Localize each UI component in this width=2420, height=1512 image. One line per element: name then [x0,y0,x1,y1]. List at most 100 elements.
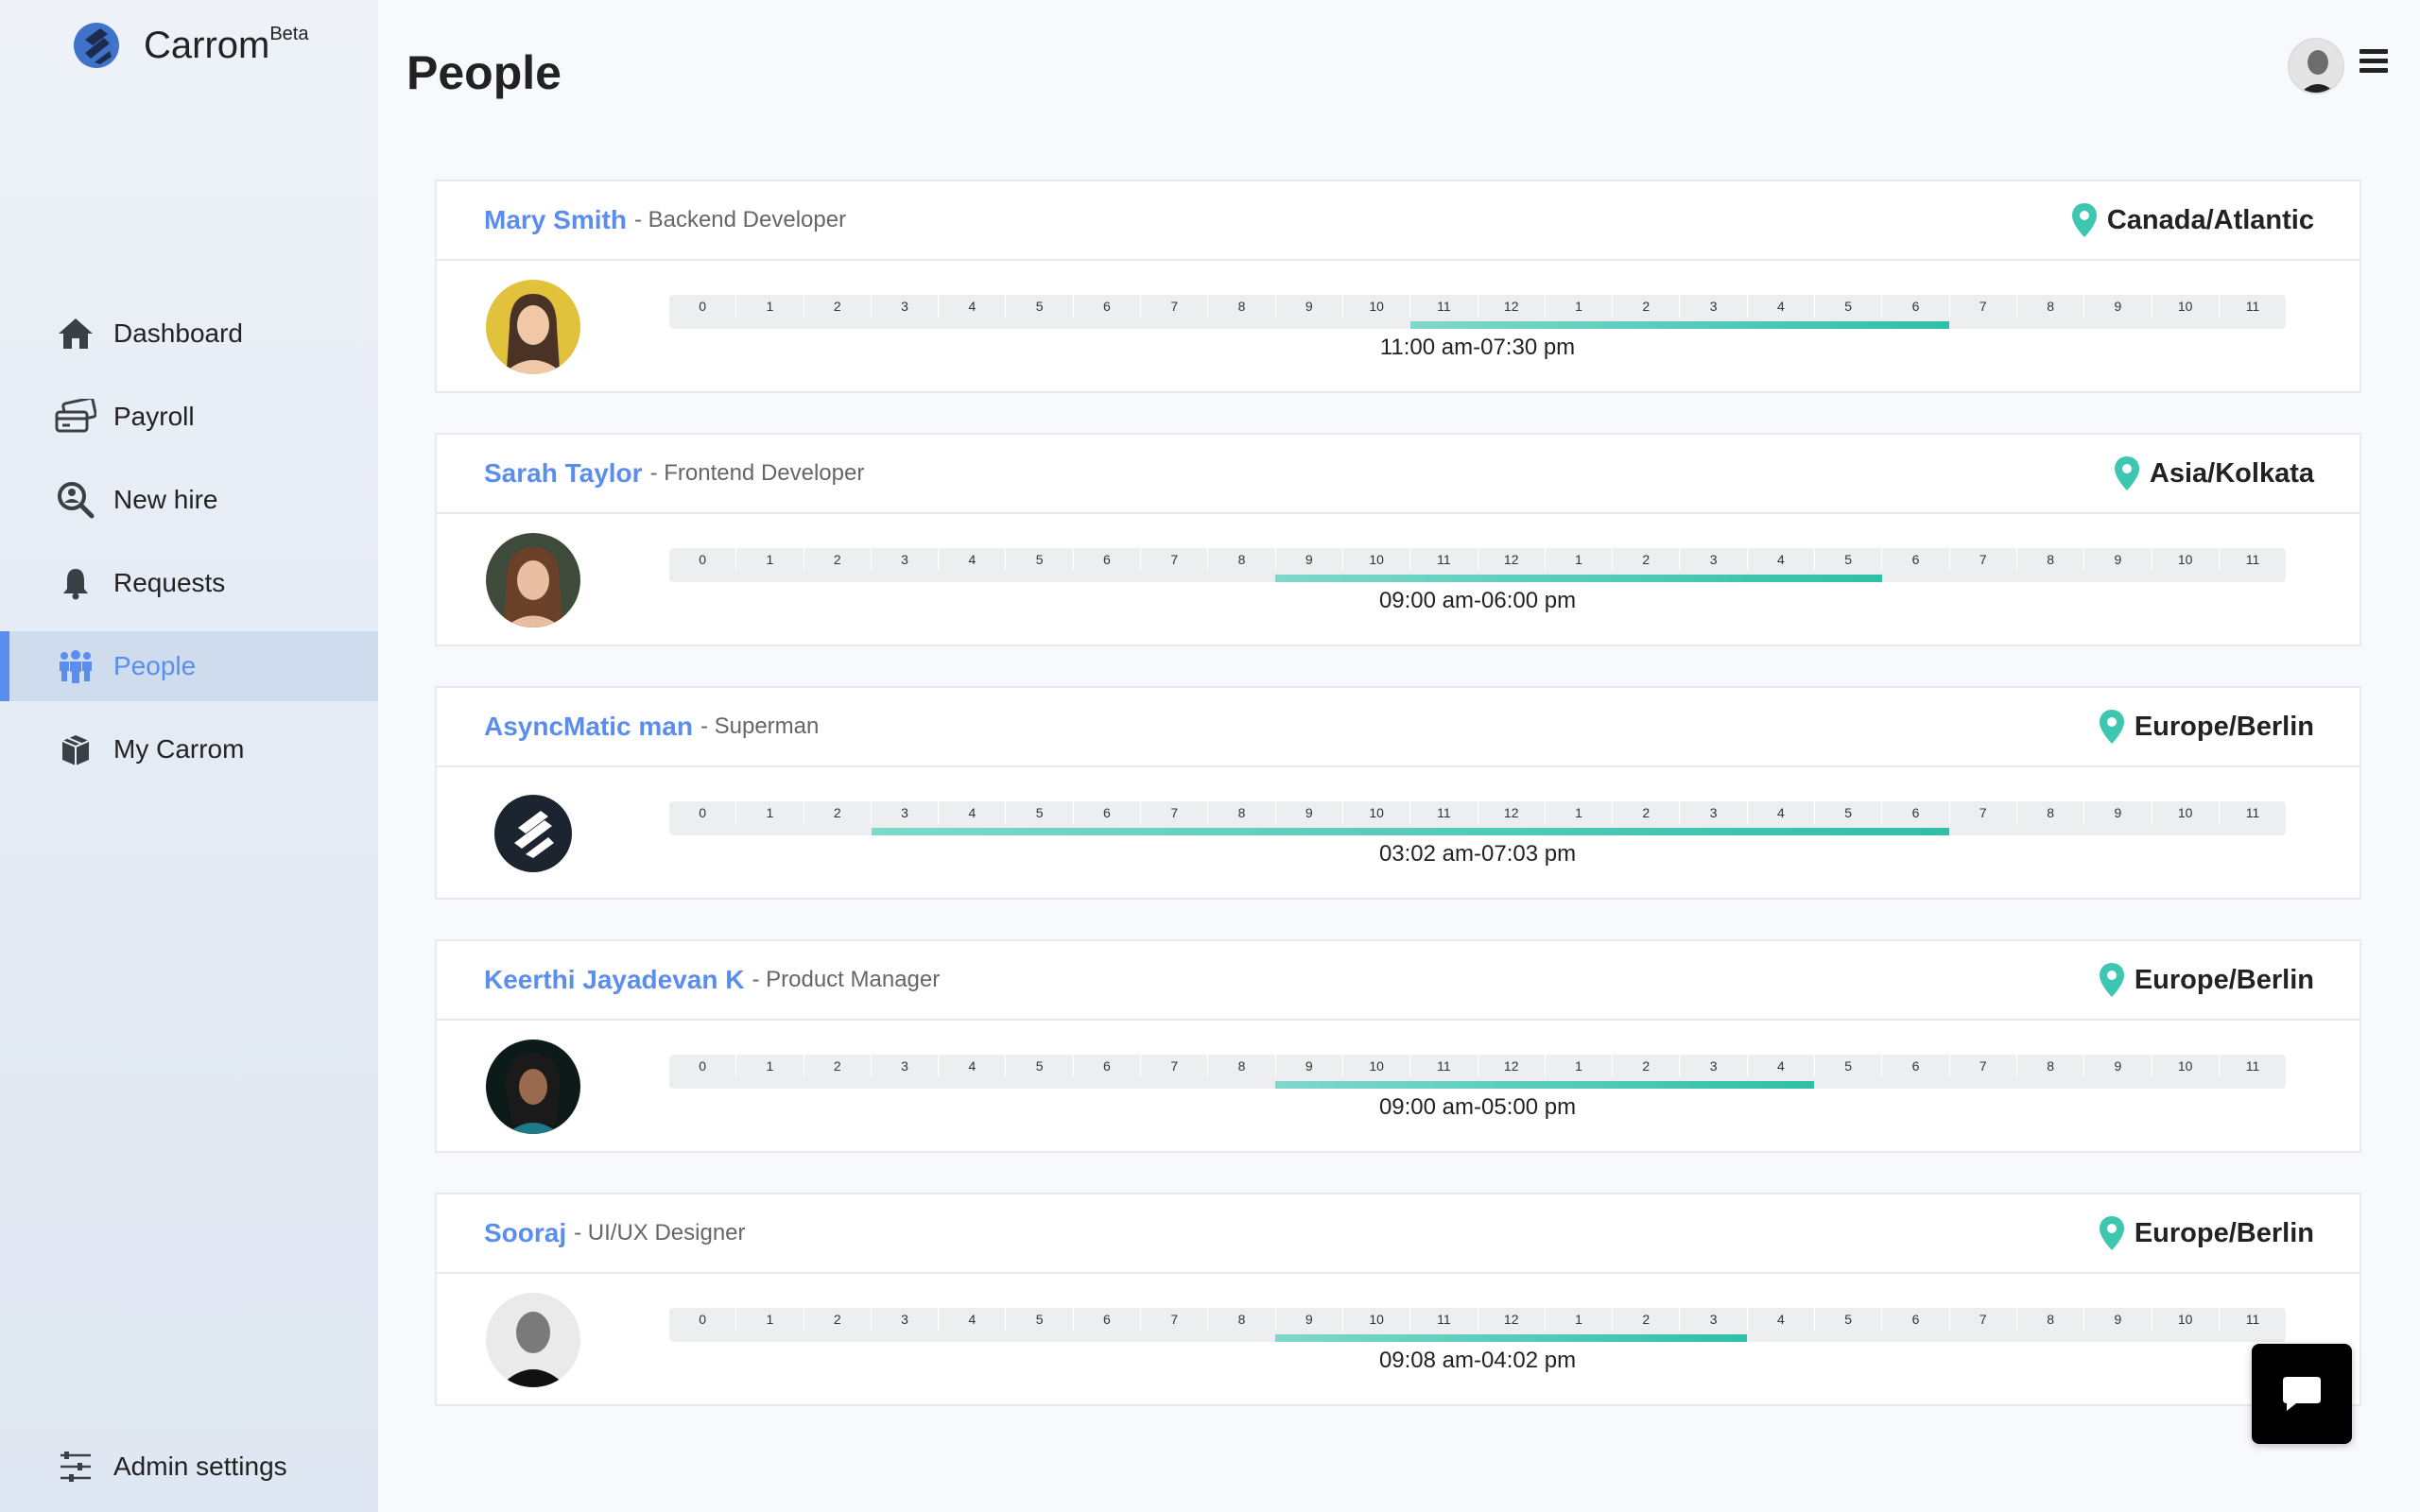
hour-tick: 5 [1815,295,1883,318]
hour-tick: 11 [1410,548,1478,571]
hour-tick: 9 [1276,548,1343,571]
brand[interactable]: CarromBeta [72,21,309,70]
hour-tick: 1 [736,1055,804,1077]
box-icon [55,729,96,770]
person-avatar [486,786,580,881]
search-user-icon [55,479,96,521]
sidebar-item-my-carrom[interactable]: My Carrom [0,714,378,784]
hour-tick: 6 [1074,801,1142,824]
person-avatar [486,280,580,374]
sidebar-item-payroll[interactable]: Payroll [0,382,378,452]
hour-tick: 7 [1950,548,2017,571]
hour-ticks: 0 1 2 3 4 5 6 7 8 9 10 11 12 1 2 3 4 5 6 7 8 9 10 11 [669,801,2286,824]
hour-tick: 9 [2084,295,2152,318]
hour-tick: 9 [1276,1308,1343,1331]
hour-tick: 8 [1208,295,1276,318]
hour-tick: 4 [939,548,1007,571]
sidebar-item-people[interactable]: People [0,631,378,701]
hour-tick: 3 [872,295,940,318]
hour-tick: 9 [1276,801,1343,824]
hour-tick: 2 [1613,548,1681,571]
hour-tick: 1 [1546,801,1614,824]
hour-tick: 8 [1208,1308,1276,1331]
hour-tick: 3 [1680,1055,1748,1077]
location-pin-icon [2114,456,2139,490]
hour-tick: 0 [669,548,737,571]
hour-tick: 6 [1074,295,1142,318]
chat-button[interactable] [2252,1344,2352,1444]
hour-tick: 9 [2084,548,2152,571]
hour-tick: 2 [1613,295,1681,318]
timezone: Europe/Berlin [2099,709,2314,745]
hour-tick: 2 [804,1308,872,1331]
hour-tick: 1 [736,548,804,571]
page-title: People [406,46,562,99]
hour-tick: 1 [736,295,804,318]
work-hours-timeline: 0 1 2 3 4 5 6 7 8 9 10 11 12 1 2 3 4 5 6 7 8 9 10 11 [669,548,2286,582]
hour-tick: 5 [1006,801,1074,824]
work-hours-bar [871,828,1949,835]
hour-tick: 10 [1343,548,1411,571]
hour-tick: 10 [2152,1055,2220,1077]
hour-tick: 4 [1748,1308,1816,1331]
hour-tick: 0 [669,1308,737,1331]
hour-tick: 8 [2017,295,2085,318]
hour-tick: 11 [2245,1058,2260,1074]
hour-tick: 2 [804,801,872,824]
sidebar-item-admin-settings[interactable]: Admin settings [0,1438,378,1495]
hour-tick: 7 [1141,801,1209,824]
hour-tick: 6 [1882,801,1950,824]
sliders-icon [55,1446,96,1487]
cards-icon [55,396,96,438]
hour-tick: 5 [1006,1055,1074,1077]
hamburger-menu-icon[interactable] [2360,49,2388,77]
hour-tick: 4 [939,1308,1007,1331]
person-role: - Frontend Developer [649,460,865,486]
bell-icon [55,562,96,604]
chat-bubble-icon [2283,1377,2321,1411]
person-name[interactable]: Mary Smith [484,205,627,235]
timezone-label: Asia/Kolkata [2149,457,2314,489]
person-name[interactable]: Sarah Taylor [484,458,643,489]
hour-tick: 3 [1680,548,1748,571]
hour-tick: 10 [2152,548,2220,571]
sidebar-item-dashboard[interactable]: Dashboard [0,299,378,369]
hour-tick: 5 [1815,1308,1883,1331]
person-card: Keerthi Jayadevan K - Product Manager Eu… [435,939,2361,1153]
hour-tick: 11 [2245,299,2260,314]
hour-tick: 10 [1343,295,1411,318]
hour-tick: 11 [2245,1312,2260,1327]
sidebar-item-label: New hire [113,485,218,514]
person-card-header: Keerthi Jayadevan K - Product Manager Eu… [437,941,2360,1021]
sidebar-item-label: Dashboard [113,318,243,348]
hour-tick: 2 [804,295,872,318]
person-role: - Superman [700,713,820,739]
work-hours-text: 09:00 am-06:00 pm [1378,588,1577,613]
hour-tick: 0 [669,801,737,824]
sidebar-item-requests[interactable]: Requests [0,548,378,618]
hour-tick: 3 [872,801,940,824]
hour-ticks: 0 1 2 3 4 5 6 7 8 9 10 11 12 1 2 3 4 5 6 7 8 9 10 11 [669,1308,2286,1331]
beta-label: Beta [269,24,309,45]
hour-tick: 5 [1006,548,1074,571]
hour-tick: 5 [1815,548,1883,571]
home-icon [55,313,96,354]
person-name[interactable]: Sooraj [484,1218,566,1248]
hour-tick: 11 [1410,801,1478,824]
hour-tick: 5 [1006,1308,1074,1331]
hour-tick: 10 [1343,1308,1411,1331]
sidebar-item-label: Payroll [113,402,195,431]
hour-tick: 7 [1141,548,1209,571]
person-name[interactable]: AsyncMatic man [484,712,693,742]
work-hours-timeline: 0 1 2 3 4 5 6 7 8 9 10 11 12 1 2 3 4 5 6 7 8 9 10 11 [669,1055,2286,1089]
sidebar-item-new-hire[interactable]: New hire [0,465,378,535]
user-avatar[interactable] [2288,38,2344,94]
hour-tick: 7 [1950,1308,2017,1331]
work-hours-bar [1275,1081,1815,1089]
hour-tick: 12 [1478,1308,1546,1331]
work-hours-text: 11:00 am-07:30 pm [1379,335,1576,360]
work-hours-bar [1275,575,1882,582]
person-name[interactable]: Keerthi Jayadevan K [484,965,744,995]
hour-tick: 5 [1815,1055,1883,1077]
hour-tick: 11 [1410,1055,1478,1077]
